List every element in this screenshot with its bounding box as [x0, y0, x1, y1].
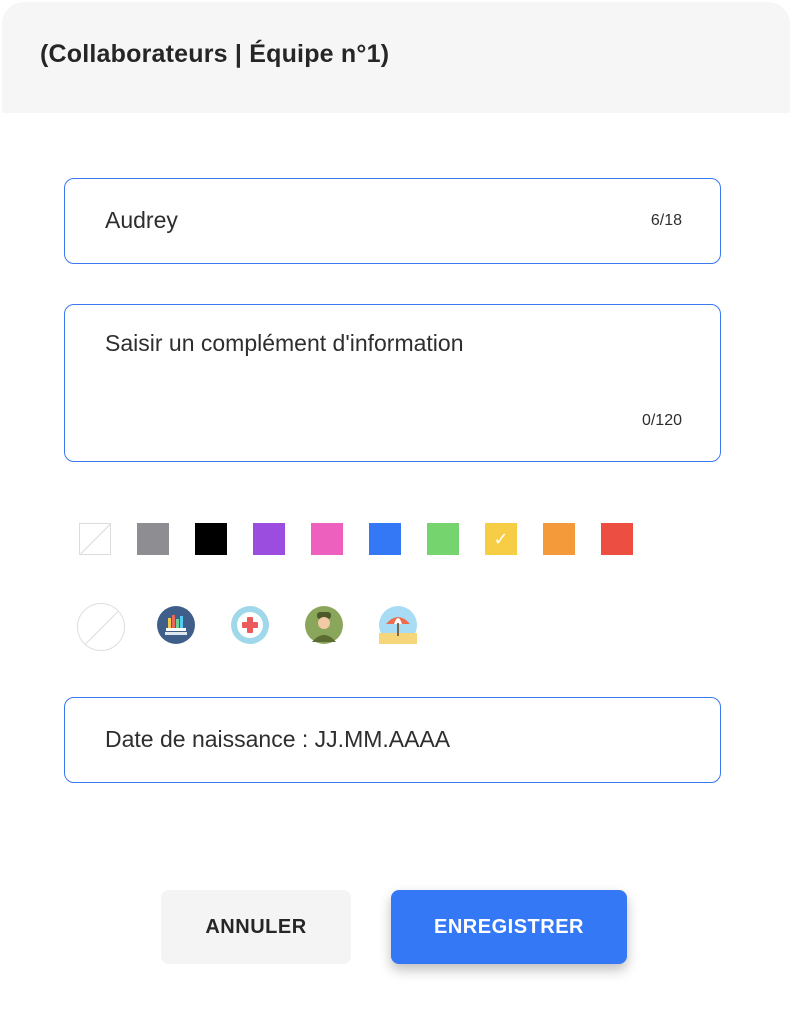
beach-umbrella-icon[interactable]: [379, 606, 417, 644]
color-swatch-none[interactable]: [79, 523, 111, 555]
birthdate-input[interactable]: Date de naissance : JJ.MM.AAAA: [64, 697, 721, 783]
info-char-counter: 0/120: [641, 412, 682, 429]
color-swatch-yellow[interactable]: ✓: [485, 523, 517, 555]
color-swatch-pink[interactable]: [311, 523, 343, 555]
info-textarea[interactable]: Saisir un complément d'information 0/120: [64, 304, 721, 462]
name-char-counter: 6/18: [650, 212, 682, 229]
info-placeholder: Saisir un complément d'information: [105, 330, 464, 356]
color-swatch-orange[interactable]: [543, 523, 575, 555]
dialog-header: (Collaborateurs | Équipe n°1): [2, 2, 790, 113]
dialog-title: (Collaborateurs | Équipe n°1): [40, 40, 390, 68]
name-input-value: Audrey: [105, 207, 178, 233]
collaborator-dialog: (Collaborateurs | Équipe n°1): [2, 2, 790, 1030]
check-icon: ✓: [493, 529, 509, 549]
name-input[interactable]: Audrey 6/18: [64, 178, 721, 264]
soldier-icon[interactable]: [305, 606, 343, 644]
color-swatch-green[interactable]: [427, 523, 459, 555]
cancel-button[interactable]: ANNULER: [161, 890, 351, 964]
color-swatch-red[interactable]: [601, 523, 633, 555]
medical-cross-icon[interactable]: [231, 606, 269, 644]
save-button[interactable]: ENREGISTRER: [391, 890, 627, 964]
avatar-none-option[interactable]: [77, 603, 125, 651]
birthdate-placeholder: Date de naissance : JJ.MM.AAAA: [105, 726, 451, 752]
color-swatch-gray[interactable]: [137, 523, 169, 555]
color-swatch-blue[interactable]: [369, 523, 401, 555]
color-swatch-purple[interactable]: [253, 523, 285, 555]
color-swatch-black[interactable]: [195, 523, 227, 555]
books-chart-icon[interactable]: [157, 606, 195, 644]
